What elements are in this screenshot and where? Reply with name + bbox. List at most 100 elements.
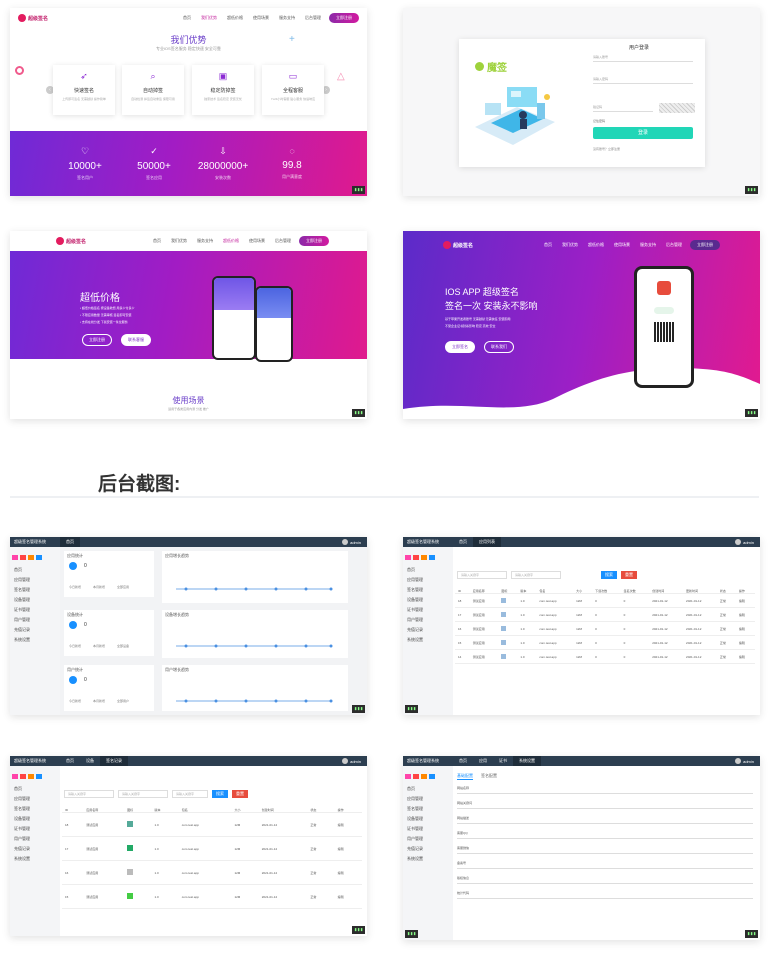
nav-item-support[interactable]: 服务支持 bbox=[640, 242, 656, 248]
table-row[interactable]: 18 测试应用 1.0 com.test.app 12M 0 0 2021-01-12 2021… bbox=[455, 593, 755, 608]
nav-item-scene[interactable]: 使用场景 bbox=[614, 242, 630, 248]
tab-app[interactable]: 应用 bbox=[473, 756, 493, 766]
sidebar-item[interactable]: 充值记录 bbox=[403, 625, 453, 635]
sidebar-item[interactable]: 签名管理 bbox=[403, 804, 453, 814]
sidebar-item[interactable]: 用户管理 bbox=[10, 615, 60, 625]
nav-item-advantages[interactable]: 我们优势 bbox=[201, 15, 217, 21]
table-row[interactable]: 14 测试应用 1.0 com.test.app 12M 0 0 2021-01-12 2021… bbox=[455, 649, 755, 664]
site-logo[interactable]: 超级签名 bbox=[443, 241, 473, 249]
table-row[interactable]: 17 测试应用 1.0 com.test.app 12M 2021-01-12 正常 编辑 bbox=[62, 836, 362, 861]
description-field[interactable] bbox=[457, 820, 753, 824]
table-row[interactable]: 16 测试应用 1.0 com.test.app 12M 2021-01-12 正常 编辑 bbox=[62, 860, 362, 885]
sidebar-item[interactable]: 设备管理 bbox=[403, 814, 453, 824]
register-button[interactable]: 立即注册 bbox=[690, 240, 720, 250]
search-input[interactable]: 请输入关键字 bbox=[457, 571, 507, 579]
icp-field[interactable] bbox=[457, 865, 753, 869]
search-input[interactable]: 请输入关键字 bbox=[64, 790, 114, 798]
sidebar-item[interactable]: 用户管理 bbox=[403, 615, 453, 625]
search-button[interactable]: 搜索 bbox=[601, 571, 617, 579]
nav-item-price[interactable]: 超低价格 bbox=[223, 238, 239, 244]
nav-item-home[interactable]: 首页 bbox=[153, 238, 161, 244]
tab-basic-config[interactable]: 基础配置 bbox=[457, 773, 473, 780]
nav-item-admin[interactable]: 后台管理 bbox=[305, 15, 321, 21]
captcha-image[interactable] bbox=[659, 103, 695, 113]
sidebar-item[interactable]: 应用管理 bbox=[10, 575, 60, 585]
admin-brand[interactable]: 超级签名管理系统 bbox=[403, 758, 453, 764]
table-row[interactable]: 18 测试应用 1.0 com.test.app 12M 2021-01-12 正常 编辑 bbox=[62, 812, 362, 837]
nav-item-price[interactable]: 超低价格 bbox=[588, 242, 604, 248]
sidebar-item[interactable]: 系统设置 bbox=[403, 854, 453, 864]
contact-button[interactable]: 联系我们 bbox=[484, 341, 514, 353]
register-button[interactable]: 立即注册 bbox=[329, 13, 359, 23]
tab-home[interactable]: 首页 bbox=[453, 756, 473, 766]
search-input[interactable]: 请输入关键字 bbox=[172, 790, 208, 798]
qq-field[interactable] bbox=[457, 835, 753, 839]
sidebar-item[interactable]: 签名管理 bbox=[10, 585, 60, 595]
sidebar-item[interactable]: 应用管理 bbox=[403, 575, 453, 585]
nav-item-price[interactable]: 超低价格 bbox=[227, 15, 243, 21]
sidebar-item[interactable]: 充值记录 bbox=[10, 625, 60, 635]
sidebar-item[interactable]: 设备管理 bbox=[10, 814, 60, 824]
table-row[interactable]: 15 测试应用 1.0 com.test.app 12M 2021-01-12 正常 编辑 bbox=[62, 884, 362, 909]
register-button[interactable]: 立即注册 bbox=[299, 236, 329, 246]
sidebar-item[interactable]: 签名管理 bbox=[403, 585, 453, 595]
table-row[interactable]: 16 测试应用 1.0 com.test.app 12M 0 0 2021-01-12 2021… bbox=[455, 621, 755, 636]
search-button[interactable]: 搜索 bbox=[212, 790, 228, 798]
site-logo[interactable]: 超级签名 bbox=[18, 14, 48, 22]
tab-sign-config[interactable]: 签名配置 bbox=[481, 773, 497, 780]
sidebar-item[interactable]: 用户管理 bbox=[403, 834, 453, 844]
sign-now-button[interactable]: 立即签名 bbox=[445, 341, 475, 353]
tab-app-list[interactable]: 应用列表 bbox=[473, 537, 501, 547]
sidebar-item[interactable]: 首页 bbox=[403, 565, 453, 575]
nav-item-admin[interactable]: 后台管理 bbox=[666, 242, 682, 248]
search-input[interactable]: 请输入关键字 bbox=[511, 571, 561, 579]
tab-device[interactable]: 设备 bbox=[80, 756, 100, 766]
admin-user[interactable]: admin bbox=[741, 759, 760, 764]
nav-item-support[interactable]: 服务支持 bbox=[197, 238, 213, 244]
tab-settings[interactable]: 系统设置 bbox=[513, 756, 541, 766]
nav-item-scene[interactable]: 使用场景 bbox=[249, 238, 265, 244]
sidebar-item[interactable]: 证书管理 bbox=[10, 824, 60, 834]
sidebar-item[interactable]: 设备管理 bbox=[403, 595, 453, 605]
nav-item-support[interactable]: 服务支持 bbox=[279, 15, 295, 21]
reset-button[interactable]: 重置 bbox=[232, 790, 248, 798]
copyright-field[interactable] bbox=[457, 880, 753, 884]
nav-item-advantages[interactable]: 我们优势 bbox=[562, 242, 578, 248]
sidebar-item[interactable]: 设备管理 bbox=[10, 595, 60, 605]
sidebar-item[interactable]: 应用管理 bbox=[10, 794, 60, 804]
sidebar-item[interactable]: 首页 bbox=[10, 784, 60, 794]
feature-card[interactable]: ⌕ 自动掉签 自动检测 掉签自动重签 保障可用 bbox=[122, 65, 184, 115]
register-link[interactable]: 没有账号？立即注册 bbox=[593, 147, 620, 151]
admin-brand[interactable]: 超级签名管理系统 bbox=[10, 539, 60, 545]
admin-brand[interactable]: 超级签名管理系统 bbox=[403, 539, 453, 545]
sidebar-item[interactable]: 充值记录 bbox=[403, 844, 453, 854]
sidebar-item[interactable]: 系统设置 bbox=[10, 854, 60, 864]
feature-card[interactable]: ▣ 稳定防掉签 独家技术 签名稳定 安装无忧 bbox=[192, 65, 254, 115]
sidebar-item[interactable]: 首页 bbox=[10, 565, 60, 575]
nav-item-admin[interactable]: 后台管理 bbox=[275, 238, 291, 244]
search-input[interactable]: 请输入关键字 bbox=[118, 790, 168, 798]
stats-code-field[interactable] bbox=[457, 895, 753, 899]
keywords-field[interactable] bbox=[457, 805, 753, 809]
sidebar-item[interactable]: 证书管理 bbox=[10, 605, 60, 615]
contact-hero-button[interactable]: 联系客服 bbox=[121, 334, 151, 346]
nav-item-home[interactable]: 首页 bbox=[544, 242, 552, 248]
table-row[interactable]: 17 测试应用 1.0 com.test.app 12M 0 0 2021-01-12 2021… bbox=[455, 607, 755, 622]
sidebar-item[interactable]: 系统设置 bbox=[10, 635, 60, 645]
site-logo[interactable]: 超级签名 bbox=[56, 237, 86, 245]
register-hero-button[interactable]: 立即注册 bbox=[82, 334, 112, 346]
nav-item-advantages[interactable]: 我们优势 bbox=[171, 238, 187, 244]
admin-user[interactable]: admin bbox=[741, 540, 760, 545]
nav-item-home[interactable]: 首页 bbox=[183, 15, 191, 21]
admin-user[interactable]: admin bbox=[348, 540, 367, 545]
feature-card[interactable]: ▭ 全程客服 7x24小时客服 贴心服务 快速响应 bbox=[262, 65, 324, 115]
reset-button[interactable]: 重置 bbox=[621, 571, 637, 579]
username-field[interactable]: 请输入账号 bbox=[593, 55, 693, 62]
tab-home[interactable]: 首页 bbox=[60, 756, 80, 766]
sidebar-item[interactable]: 证书管理 bbox=[403, 605, 453, 615]
tab-cert[interactable]: 证书 bbox=[493, 756, 513, 766]
site-name-field[interactable] bbox=[457, 790, 753, 794]
captcha-field[interactable]: 验证码 bbox=[593, 105, 653, 112]
nav-item-scene[interactable]: 使用场景 bbox=[253, 15, 269, 21]
wechat-field[interactable] bbox=[457, 850, 753, 854]
